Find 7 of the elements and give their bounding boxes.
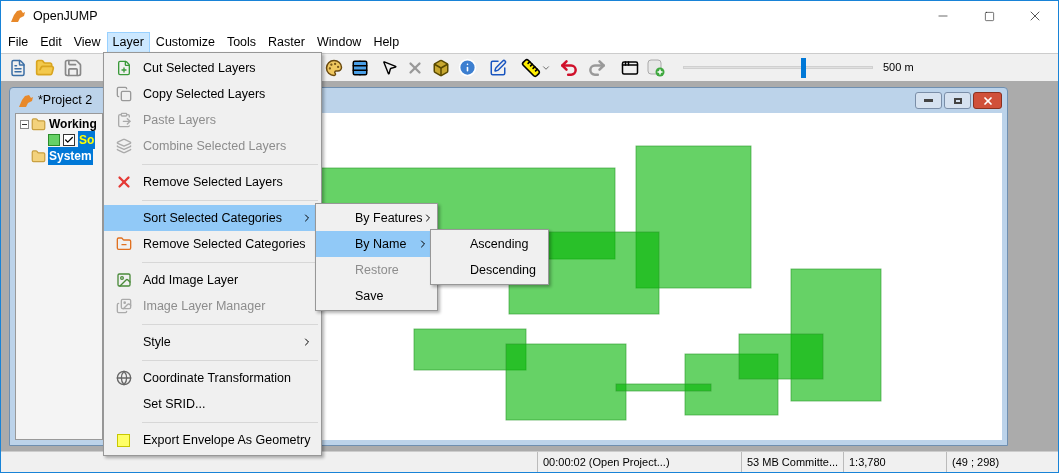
window-title: OpenJUMP: [33, 7, 98, 25]
status-field: 1:3,780: [843, 452, 946, 472]
project-title: *Project 2: [38, 92, 93, 110]
status-field: 53 MB Committe...: [741, 452, 843, 472]
status-field: (49 ; 298): [946, 452, 1058, 472]
status-field: 00:00:02 (Open Project...): [537, 452, 741, 472]
scale-reading: 500 m: [883, 60, 914, 76]
